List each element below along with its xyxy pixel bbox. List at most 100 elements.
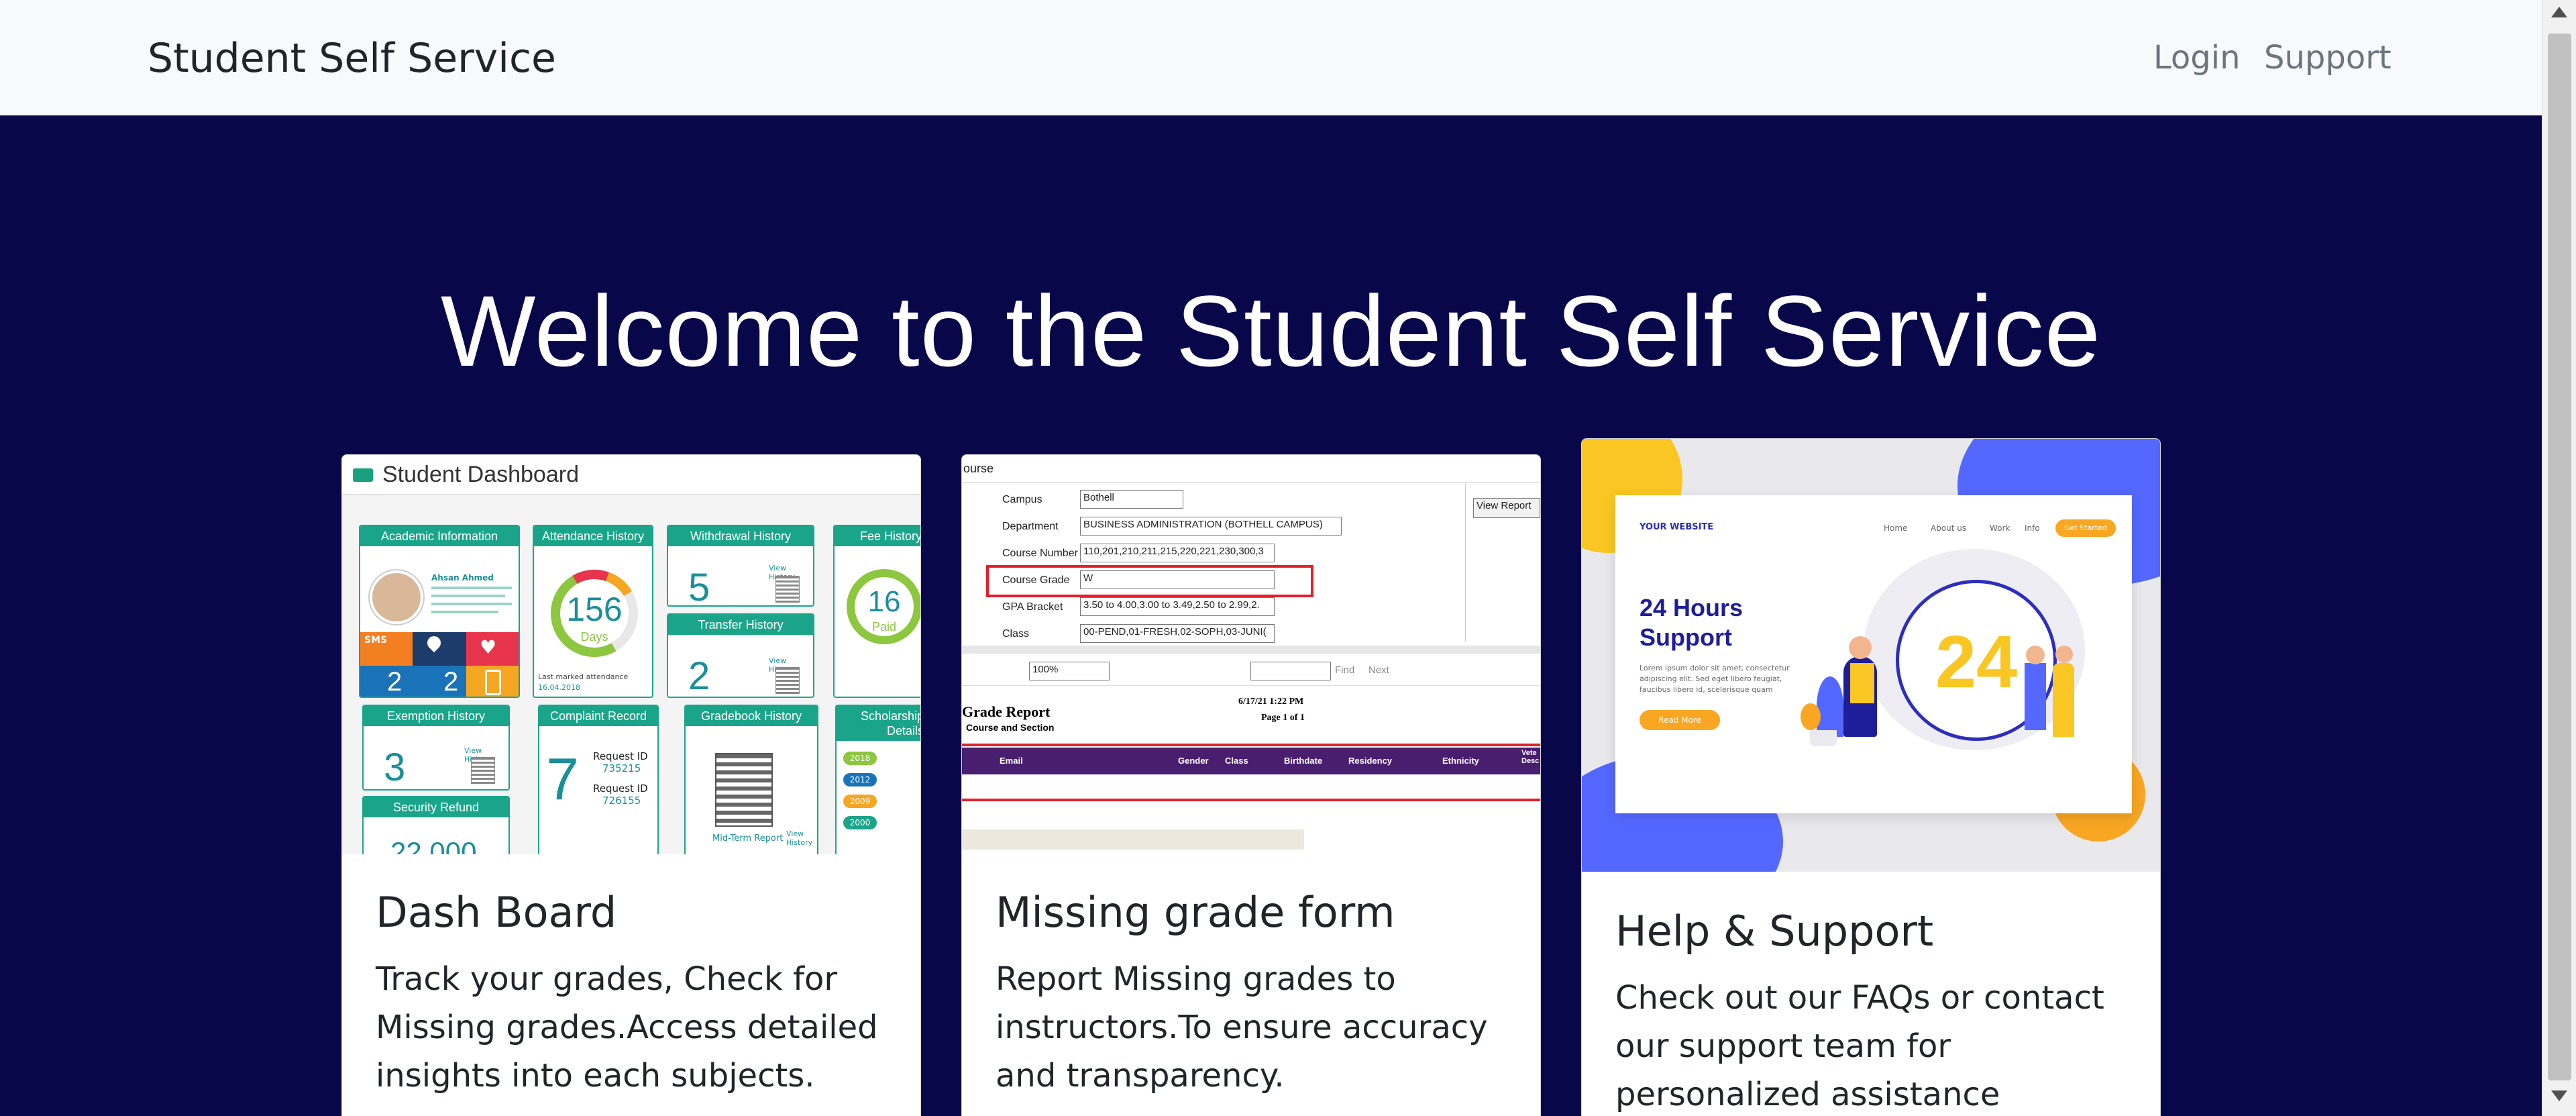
- card-text: Report Missing grades to instructors.To …: [996, 960, 1488, 1095]
- help-support-card[interactable]: YOUR WEBSITE Home About us Work Info Get…: [1581, 438, 2161, 1116]
- form-header: ourse: [962, 455, 1540, 483]
- read-more-button: Read More: [1640, 710, 1720, 730]
- nav-login-link[interactable]: Login: [2153, 39, 2241, 77]
- exemption-tile-title: Exemption History: [364, 706, 508, 726]
- year-badge: 2018: [843, 752, 877, 765]
- column-header: Gender: [1178, 756, 1209, 766]
- website-mockup: YOUR WEBSITE Home About us Work Info Get…: [1615, 495, 2132, 813]
- dashboard-card[interactable]: Student Dashboard Academic Information A…: [341, 454, 921, 1116]
- document-icon: [775, 667, 800, 694]
- security-value: 22,000: [390, 836, 477, 854]
- scholarship-tile-title: Scholarship Details: [837, 706, 920, 741]
- missing-grade-card[interactable]: ourse Campus Bothell Department BUSINESS…: [961, 454, 1541, 1116]
- dashboard-header: Student Dashboard: [342, 455, 920, 495]
- attendance-tile: Attendance History 156 Days Last marked …: [533, 525, 653, 698]
- dashboard-icon: [353, 468, 373, 482]
- fee-unit: Paid: [871, 620, 897, 633]
- attendance-tile-title: Attendance History: [534, 526, 652, 546]
- report-toolbar: 100% Find Next: [962, 656, 1540, 686]
- get-started-button: Get Started: [2055, 519, 2116, 537]
- fee-value: 16: [867, 585, 901, 618]
- exemption-value: 3: [384, 746, 406, 789]
- transfer-tile: Transfer History 2 View History: [667, 613, 814, 698]
- campus-select[interactable]: Bothell: [1080, 490, 1183, 509]
- transfer-tile-title: Transfer History: [668, 615, 813, 635]
- student-name: Ahsan Ahmed: [431, 573, 494, 582]
- dashboard-header-title: Student Dashboard: [382, 462, 579, 487]
- find-link[interactable]: Find: [1335, 664, 1354, 676]
- request-id-2: 726155: [602, 795, 641, 807]
- report-date: 6/17/21 1:22 PM: [1238, 697, 1304, 707]
- dashboard-screenshot: Student Dashboard Academic Information A…: [342, 455, 920, 854]
- column-header: Birthdate: [1284, 756, 1323, 766]
- support-headline: 24 Hours Support: [1640, 594, 1743, 651]
- gradebook-tile-title: Gradebook History: [686, 706, 817, 726]
- scroll-thumb[interactable]: [2548, 34, 2571, 1080]
- report-page: Page 1 of 1: [1261, 713, 1305, 723]
- gradebook-view-history[interactable]: View History: [786, 829, 813, 847]
- gpa-bracket-select[interactable]: 3.50 to 4.00,3.00 to 3.49,2.50 to 2.99,2…: [1080, 597, 1275, 616]
- website-menu-item: About us: [1931, 523, 1967, 533]
- gradebook-tile: Gradebook History Mid-Term Report View H…: [684, 705, 818, 854]
- zoom-select[interactable]: 100%: [1029, 662, 1110, 680]
- request-id-1: 735215: [602, 762, 641, 774]
- view-report-button[interactable]: View Report: [1473, 498, 1540, 518]
- phone-icon: [466, 666, 519, 697]
- grade-form-screenshot: ourse Campus Bothell Department BUSINESS…: [962, 455, 1540, 854]
- fee-tile-title: Fee History: [835, 526, 920, 546]
- form-header-label: ourse: [963, 462, 994, 475]
- heart-icon: ♥: [466, 632, 519, 666]
- academic-tile: Academic Information Ahsan Ahmed SMS ♥ 2…: [359, 525, 520, 698]
- gradebook-caption: Mid-Term Report: [712, 833, 784, 844]
- course-number-select[interactable]: 110,201,210,211,215,220,221,230,300,3: [1080, 544, 1275, 562]
- complaint-tile-title: Complaint Record: [539, 706, 657, 726]
- department-select[interactable]: BUSINESS ADMINISTRATION (BOTHELL CAMPUS): [1080, 517, 1342, 536]
- withdrawal-tile-title: Withdrawal History: [668, 526, 813, 546]
- class-select[interactable]: 00-PEND,01-FRESH,02-SOPH,03-JUNI(: [1080, 624, 1275, 643]
- page-scrollbar[interactable]: [2542, 0, 2576, 1116]
- year-badge: 2000: [843, 816, 877, 829]
- navbar: Student Self Service Login Support: [0, 0, 2542, 115]
- field-label: Course Grade: [1002, 574, 1070, 586]
- attendance-unit: Days: [580, 630, 608, 644]
- withdrawal-tile: Withdrawal History 5 View History: [667, 525, 814, 607]
- field-label: GPA Bracket: [1002, 601, 1063, 613]
- transfer-value: 2: [688, 654, 710, 698]
- brand-link[interactable]: Student Self Service: [148, 35, 556, 82]
- field-label: Course Number: [1002, 548, 1078, 559]
- next-link[interactable]: Next: [1368, 664, 1389, 676]
- support-illustration: YOUR WEBSITE Home About us Work Info Get…: [1582, 439, 2160, 872]
- exemption-tile: Exemption History 3 View History: [362, 705, 510, 791]
- attendance-note: Last marked attendance: [538, 672, 629, 681]
- nav-support-link[interactable]: Support: [2264, 39, 2392, 77]
- website-menu-item: Info: [2025, 523, 2040, 533]
- report-icon: [715, 753, 773, 827]
- course-grade-select[interactable]: W: [1080, 570, 1275, 589]
- column-header: Email: [1000, 756, 1023, 766]
- student-avatar: [370, 570, 423, 624]
- sms-count: 2: [387, 667, 402, 697]
- year-badge: 2009: [843, 795, 877, 808]
- website-menu-item: Work: [1990, 523, 2010, 533]
- hero-title: Welcome to the Student Self Service: [440, 274, 2102, 387]
- find-input[interactable]: [1250, 662, 1331, 680]
- report-subtitle: Course and Section: [966, 722, 1055, 733]
- column-header: Class: [1225, 756, 1248, 766]
- field-label: Class: [1002, 628, 1030, 640]
- column-header: Residency: [1348, 756, 1393, 766]
- document-icon: [775, 576, 800, 603]
- fee-tile: Fee History 16 Paid: [833, 525, 920, 698]
- report-header-row: Email Gender Class Birthdate Residency E…: [962, 748, 1540, 774]
- sms-tile: SMS: [360, 632, 413, 666]
- card-text: Track your grades, Check for Missing gra…: [376, 960, 878, 1095]
- column-header: Vete Desc: [1521, 749, 1540, 765]
- scroll-down-icon[interactable]: [2551, 1090, 2567, 1101]
- attendance-date: 16.04.2018: [538, 683, 580, 692]
- report-title: Grade Report: [962, 703, 1051, 720]
- website-menu-item: Home: [1884, 523, 1908, 533]
- complaint-value: 7: [546, 746, 579, 812]
- person-icon: [2053, 663, 2074, 737]
- scroll-up-icon[interactable]: [2551, 7, 2567, 17]
- card-title: Help & Support: [1615, 907, 1934, 956]
- academic-tile-title: Academic Information: [360, 526, 519, 546]
